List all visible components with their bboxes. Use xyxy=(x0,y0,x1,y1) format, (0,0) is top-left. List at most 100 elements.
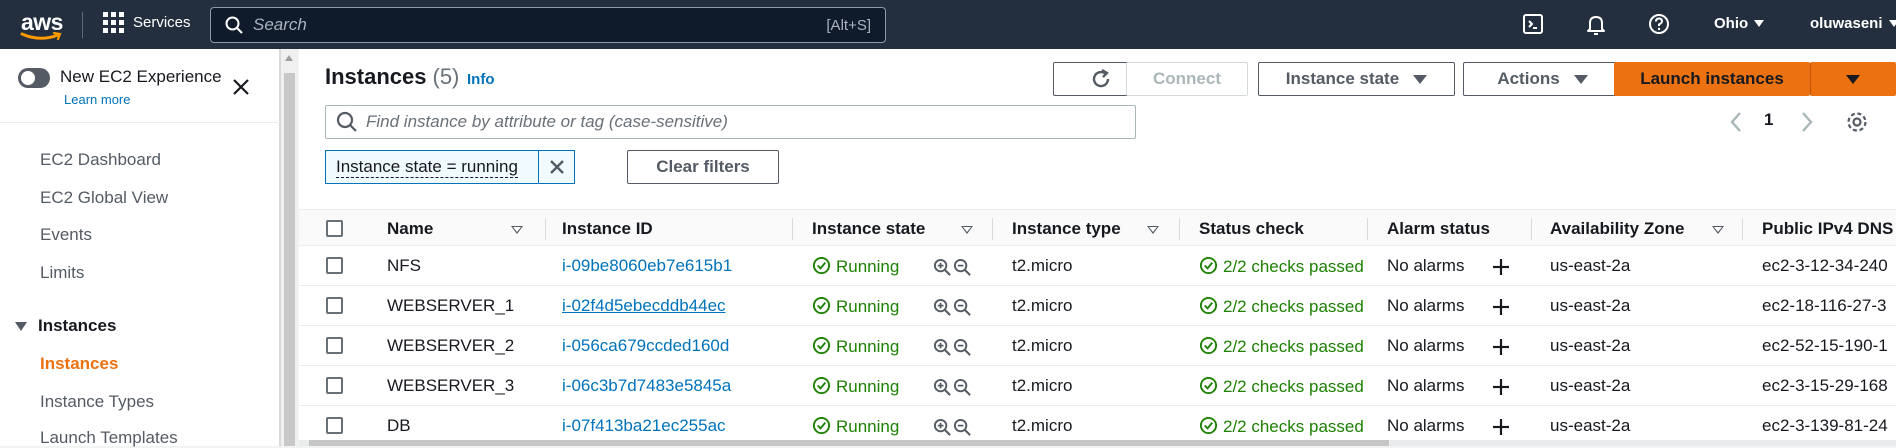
column-divider[interactable] xyxy=(545,218,546,240)
instance-id-link[interactable]: i-06c3b7d7483e5845a xyxy=(562,376,731,396)
launch-instances-dropdown[interactable] xyxy=(1810,62,1896,96)
row-checkbox[interactable] xyxy=(326,417,343,434)
info-link[interactable]: Info xyxy=(467,71,495,88)
services-menu[interactable]: Services xyxy=(103,12,191,33)
column-header-instance-state[interactable]: Instance state xyxy=(812,219,925,239)
gear-icon[interactable] xyxy=(1845,110,1869,134)
sidebar-section-instances[interactable]: Instances xyxy=(38,316,116,336)
instance-name: WEBSERVER_2 xyxy=(387,336,515,355)
add-alarm-icon[interactable] xyxy=(1492,338,1510,356)
cloudshell-icon[interactable] xyxy=(1522,13,1544,35)
column-header-alarm-status[interactable]: Alarm status xyxy=(1387,219,1490,239)
row-checkbox[interactable] xyxy=(326,297,343,314)
zoom-in-icon[interactable] xyxy=(933,338,952,357)
zoom-out-icon[interactable] xyxy=(953,418,972,437)
scrollbar-thumb[interactable] xyxy=(309,440,1389,446)
table-row[interactable]: WEBSERVER_1 i-02f4d5ebecddb44ec Running t2.… xyxy=(299,286,1896,326)
zoom-out-icon[interactable] xyxy=(953,258,972,277)
table-row[interactable]: WEBSERVER_3 i-06c3b7d7483e5845a Running t2.… xyxy=(299,366,1896,406)
connect-button[interactable]: Connect xyxy=(1126,62,1248,96)
instance-state-status: Running xyxy=(812,336,899,357)
column-header-availability-zone[interactable]: Availability Zone xyxy=(1550,219,1684,239)
caret-down-icon[interactable] xyxy=(15,322,27,331)
filter-token[interactable]: Instance state = running xyxy=(325,150,575,184)
zoom-out-icon[interactable] xyxy=(953,298,972,317)
sidebar-scrollbar[interactable] xyxy=(280,49,298,446)
sort-icon[interactable] xyxy=(1712,226,1724,234)
aws-logo[interactable]: aws xyxy=(18,7,68,43)
status-check[interactable]: 2/2 checks passed xyxy=(1199,336,1364,357)
column-header-instance-id[interactable]: Instance ID xyxy=(562,219,653,239)
horizontal-scrollbar[interactable] xyxy=(299,440,1896,446)
scroll-up-icon[interactable] xyxy=(285,55,293,61)
sidebar-item-ec2-dashboard[interactable]: EC2 Dashboard xyxy=(40,150,161,170)
instance-state-button[interactable]: Instance state xyxy=(1258,62,1455,96)
page-number[interactable]: 1 xyxy=(1764,110,1773,130)
select-all-checkbox[interactable] xyxy=(326,220,343,237)
account-menu[interactable]: oluwaseni xyxy=(1810,15,1896,32)
zoom-in-icon[interactable] xyxy=(933,298,952,317)
row-checkbox[interactable] xyxy=(326,337,343,354)
global-search-input[interactable]: Search [Alt+S] xyxy=(210,7,886,43)
close-icon[interactable] xyxy=(232,78,250,96)
zoom-in-icon[interactable] xyxy=(933,378,952,397)
instance-id-link[interactable]: i-02f4d5ebecddb44ec xyxy=(562,296,726,316)
close-icon xyxy=(549,160,564,174)
zoom-out-icon[interactable] xyxy=(953,378,972,397)
zoom-out-icon[interactable] xyxy=(953,338,972,357)
sidebar-item-instance-types[interactable]: Instance Types xyxy=(40,392,154,412)
instance-id-link[interactable]: i-09be8060eb7e615b1 xyxy=(562,256,732,276)
row-checkbox[interactable] xyxy=(326,257,343,274)
sort-icon[interactable] xyxy=(511,226,523,234)
column-divider[interactable] xyxy=(1367,218,1368,240)
status-check[interactable]: 2/2 checks passed xyxy=(1199,376,1364,397)
column-divider[interactable] xyxy=(792,218,793,240)
column-divider[interactable] xyxy=(1179,218,1180,240)
region-selector[interactable]: Ohio xyxy=(1714,15,1765,32)
status-check[interactable]: 2/2 checks passed xyxy=(1199,256,1364,277)
scrollbar-thumb[interactable] xyxy=(284,73,295,446)
zoom-in-icon[interactable] xyxy=(933,418,952,437)
clear-filters-button[interactable]: Clear filters xyxy=(627,150,779,184)
learn-more-link[interactable]: Learn more xyxy=(64,92,130,107)
sidebar-item-launch-templates[interactable]: Launch Templates xyxy=(40,428,178,448)
add-alarm-icon[interactable] xyxy=(1492,258,1510,276)
actions-button[interactable]: Actions xyxy=(1463,62,1622,96)
sort-icon[interactable] xyxy=(1147,226,1159,234)
next-page-icon[interactable] xyxy=(1800,110,1814,134)
sort-icon[interactable] xyxy=(961,226,973,234)
status-check[interactable]: 2/2 checks passed xyxy=(1199,296,1364,317)
row-checkbox[interactable] xyxy=(326,377,343,394)
instance-id-link[interactable]: i-056ca679ccded160d xyxy=(562,336,729,356)
table-row[interactable]: NFS i-09be8060eb7e615b1 Running t2.micro 2/2… xyxy=(299,246,1896,286)
add-alarm-icon[interactable] xyxy=(1492,298,1510,316)
sidebar-item-instances[interactable]: Instances xyxy=(40,354,118,374)
column-divider[interactable] xyxy=(1531,218,1532,240)
instance-state-status: Running xyxy=(812,256,899,277)
user-label: oluwaseni xyxy=(1810,15,1883,32)
launch-instances-button[interactable]: Launch instances xyxy=(1614,62,1810,96)
status-check[interactable]: 2/2 checks passed xyxy=(1199,416,1364,437)
column-header-public-ipv4-dns[interactable]: Public IPv4 DNS xyxy=(1762,219,1893,239)
table-row[interactable]: WEBSERVER_2 i-056ca679ccded160d Running t2.… xyxy=(299,326,1896,366)
zoom-in-icon[interactable] xyxy=(933,258,952,277)
help-icon[interactable] xyxy=(1648,13,1670,35)
sidebar-item-limits[interactable]: Limits xyxy=(40,263,84,283)
add-alarm-icon[interactable] xyxy=(1492,418,1510,436)
previous-page-icon[interactable] xyxy=(1729,110,1743,134)
bell-icon[interactable] xyxy=(1585,13,1607,35)
sidebar-item-events[interactable]: Events xyxy=(40,225,92,245)
column-header-instance-type[interactable]: Instance type xyxy=(1012,219,1121,239)
new-experience-toggle[interactable] xyxy=(18,68,50,88)
remove-filter-button[interactable] xyxy=(538,151,574,183)
chevron-down-icon xyxy=(1888,20,1896,27)
column-header-name[interactable]: Name xyxy=(387,219,433,239)
add-alarm-icon[interactable] xyxy=(1492,378,1510,396)
instance-id-link[interactable]: i-07f413ba21ec255ac xyxy=(562,416,726,436)
instance-filter-input[interactable]: Find instance by attribute or tag (case-… xyxy=(325,105,1136,139)
column-divider[interactable] xyxy=(992,218,993,240)
sidebar-item-ec2-global-view[interactable]: EC2 Global View xyxy=(40,188,168,208)
column-divider[interactable] xyxy=(1742,218,1743,240)
column-header-status-check[interactable]: Status check xyxy=(1199,219,1304,239)
caret-down-icon xyxy=(1413,74,1428,84)
